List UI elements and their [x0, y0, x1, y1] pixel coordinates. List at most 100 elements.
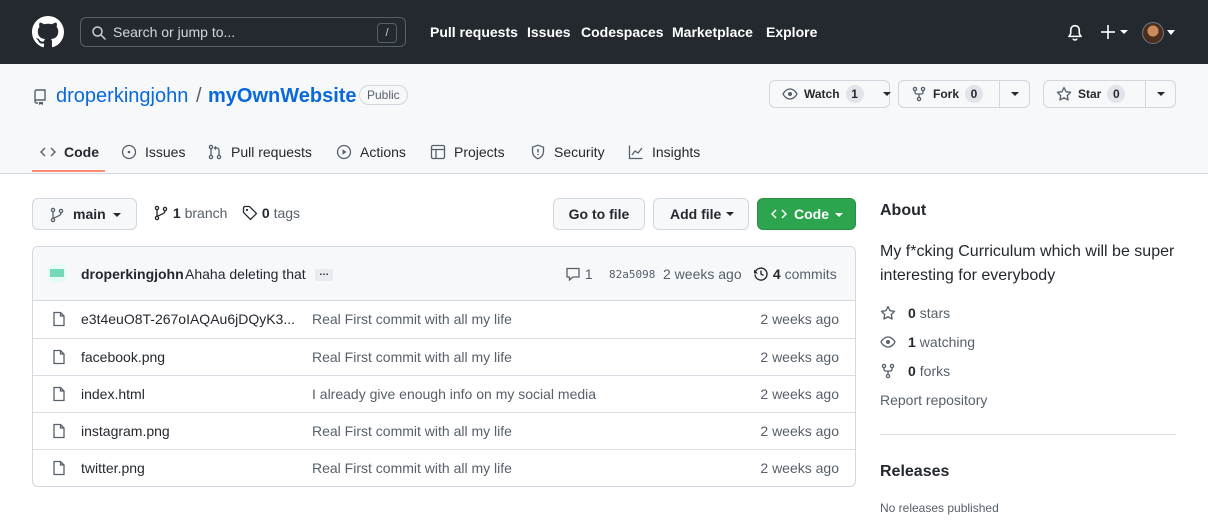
star-button[interactable]: Star 0: [1044, 81, 1145, 107]
file-commit-message-link[interactable]: Real First commit with all my life: [312, 460, 512, 476]
file-name-link[interactable]: twitter.png: [81, 460, 296, 476]
tab-actions-label: Actions: [360, 144, 406, 160]
fork-dropdown[interactable]: [999, 81, 1029, 107]
chevron-down-icon: [113, 213, 121, 217]
tab-code[interactable]: Code: [40, 130, 99, 174]
report-repository-link[interactable]: Report repository: [880, 392, 987, 408]
create-new-plus-icon[interactable]: [1100, 22, 1130, 42]
file-commit-time: 2 weeks ago: [760, 349, 839, 365]
file-name-link[interactable]: index.html: [81, 386, 296, 402]
watch-dropdown[interactable]: [872, 81, 891, 107]
fork-icon: [912, 86, 926, 102]
active-tab-indicator: [32, 170, 105, 172]
github-logo-icon[interactable]: [32, 16, 64, 48]
pull-request-icon: [208, 144, 222, 160]
commit-message[interactable]: Ahaha deleting that: [185, 266, 306, 282]
tab-issues[interactable]: Issues: [121, 130, 185, 174]
repo-name-link[interactable]: myOwnWebsite: [208, 85, 357, 108]
repo-path-separator: /: [196, 85, 202, 107]
forks-link[interactable]: 0 forks: [880, 363, 950, 379]
file-commit-message-link[interactable]: I already give enough info on my social …: [312, 386, 596, 402]
commit-author-avatar[interactable]: [47, 263, 67, 283]
tag-icon: [242, 205, 258, 221]
table-row[interactable]: index.html I already give enough info on…: [33, 375, 855, 412]
commit-sha-link[interactable]: 82a5098: [609, 268, 655, 281]
repo-owner-link[interactable]: droperkingjohn: [56, 85, 188, 108]
code-button-label: Code: [794, 206, 829, 222]
table-row[interactable]: twitter.png Real First commit with all m…: [33, 449, 855, 486]
watching-count: 1: [908, 334, 916, 350]
add-file-button[interactable]: Add file: [653, 198, 749, 230]
file-commit-time: 2 weeks ago: [760, 423, 839, 439]
table-row[interactable]: facebook.png Real First commit with all …: [33, 338, 855, 375]
star-count: 0: [1107, 85, 1126, 103]
table-row[interactable]: instagram.png Real First commit with all…: [33, 412, 855, 449]
go-to-file-button[interactable]: Go to file: [553, 198, 645, 230]
nav-codespaces[interactable]: Codespaces: [581, 24, 663, 40]
file-name-link[interactable]: instagram.png: [81, 423, 296, 439]
repo-description: My f*cking Curriculum which will be supe…: [880, 243, 1175, 284]
branch-name: main: [73, 206, 106, 222]
file-icon: [53, 311, 65, 327]
file-name-link[interactable]: e3t4euO8T-267oIAQAu6jDQyK3...: [81, 311, 296, 327]
tags-link[interactable]: 0 tags: [242, 205, 300, 221]
code-icon: [40, 147, 56, 157]
file-commit-message-link[interactable]: Real First commit with all my life: [312, 311, 512, 327]
branches-link[interactable]: 1 branch: [153, 205, 227, 221]
file-icon: [53, 423, 65, 439]
star-icon: [1056, 86, 1072, 101]
star-icon: [880, 305, 896, 320]
watching-label: watching: [919, 334, 976, 350]
file-name-link[interactable]: facebook.png: [81, 349, 296, 365]
search-input[interactable]: Search or jump to... /: [80, 17, 406, 47]
chevron-down-icon: [726, 212, 734, 216]
expand-commit-message-button[interactable]: …: [315, 268, 333, 281]
releases-heading[interactable]: Releases: [880, 463, 949, 481]
nav-explore[interactable]: Explore: [766, 24, 817, 40]
chevron-down-icon[interactable]: [1167, 30, 1175, 35]
tab-actions[interactable]: Actions: [336, 130, 406, 174]
repo-icon: [34, 89, 46, 105]
table-row[interactable]: e3t4euO8T-267oIAQAu6jDQyK3... Real First…: [33, 301, 855, 338]
nav-pull-requests[interactable]: Pull requests: [430, 24, 518, 40]
code-button[interactable]: Code: [757, 198, 856, 230]
commit-comments-link[interactable]: 1: [565, 266, 593, 282]
graph-icon: [628, 145, 643, 160]
tab-pull-requests[interactable]: Pull requests: [207, 130, 312, 174]
nav-issues[interactable]: Issues: [527, 24, 571, 40]
stars-link[interactable]: 0 stars: [880, 305, 950, 321]
search-shortcut-hint: /: [377, 23, 397, 43]
tab-pull-requests-label: Pull requests: [231, 144, 312, 160]
commit-author-link[interactable]: droperkingjohn: [81, 266, 184, 282]
star-button-group: Star 0: [1043, 80, 1176, 108]
file-commit-message-link[interactable]: Real First commit with all my life: [312, 423, 512, 439]
fork-button[interactable]: Fork 0: [899, 81, 999, 107]
user-avatar[interactable]: [1142, 22, 1164, 44]
tab-security[interactable]: Security: [530, 130, 605, 174]
eye-icon: [782, 88, 798, 100]
file-commit-message-link[interactable]: Real First commit with all my life: [312, 349, 512, 365]
tab-insights[interactable]: Insights: [628, 130, 700, 174]
stars-label: stars: [919, 305, 951, 321]
table-icon: [430, 144, 446, 160]
watch-button[interactable]: Watch 1: [770, 81, 872, 107]
history-icon: [754, 267, 768, 281]
file-icon: [53, 349, 65, 365]
stars-count: 0: [908, 305, 916, 321]
fork-label: Fork: [933, 87, 960, 101]
commits-history-link[interactable]: 4 commits: [753, 266, 837, 282]
branch-selector[interactable]: main: [32, 198, 137, 230]
tag-count: 0: [261, 205, 270, 221]
forks-count: 0: [908, 363, 916, 379]
add-file-label: Add file: [670, 206, 722, 222]
nav-marketplace[interactable]: Marketplace: [672, 24, 753, 40]
watchers-link[interactable]: 1 watching: [880, 334, 975, 350]
notifications-bell-icon[interactable]: [1066, 24, 1084, 42]
chevron-down-icon: [882, 92, 891, 96]
about-heading: About: [880, 202, 927, 219]
tab-projects[interactable]: Projects: [430, 130, 505, 174]
file-browser: droperkingjohn Ahaha deleting that … 1 8…: [32, 246, 856, 487]
comment-icon: [566, 267, 580, 282]
watch-label: Watch: [804, 87, 840, 101]
star-dropdown[interactable]: [1145, 81, 1175, 107]
